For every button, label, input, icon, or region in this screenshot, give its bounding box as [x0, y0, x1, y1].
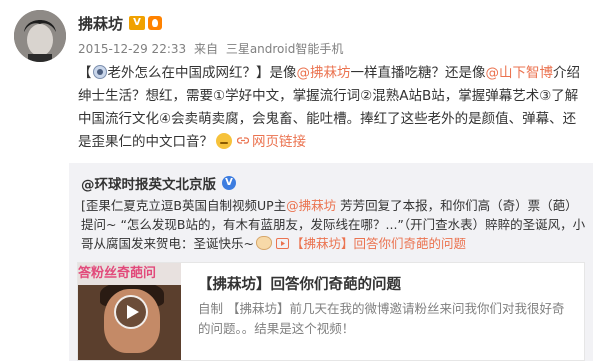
post-text-part2: 一样直播吃糖？还是像	[350, 65, 486, 81]
repost-mention-fulinfang[interactable]: @拂菻坊	[286, 198, 336, 213]
video-card[interactable]: 答粉丝奇葩问 【拂菻坊】回答你们奇葩的问题 自制 【拂菻坊】前几天在我的微博邀请…	[77, 262, 585, 361]
source-prefix: 来自	[193, 42, 218, 56]
video-link-label: 【拂菻坊】回答你们奇葩的问题	[290, 236, 466, 251]
repost-block: @环球时报英文北京版 V [歪果仁夏克立逗B英国自制视频UP主@拂菻坊 芳芳回复…	[69, 163, 593, 361]
thinking-emoji-icon	[216, 133, 232, 149]
mention-fulinfang[interactable]: @拂菻坊	[297, 65, 351, 81]
card-description: 自制 【拂菻坊】前几天在我的微博邀请粉丝来问我你们对我很好奇的问题。。结果是这个…	[198, 301, 565, 336]
post-meta: 2015-12-29 22:33 来自 三星android智能手机	[78, 40, 347, 57]
question-emoji-icon	[92, 65, 107, 79]
post-headline: 老外怎么在中国成网红？	[107, 65, 257, 81]
source-device[interactable]: 三星android智能手机	[226, 42, 344, 56]
video-thumbnail[interactable]: 答粉丝奇葩问	[78, 263, 181, 360]
vip-badge-icon[interactable]: V	[129, 16, 146, 30]
repost-author[interactable]: @环球时报英文北京版	[81, 173, 216, 193]
bracket-close: 】	[256, 65, 270, 81]
author-avatar[interactable]	[14, 10, 66, 62]
repost-text-part1: [歪果仁夏克立逗B英国自制视频UP主	[81, 198, 287, 213]
member-badge-icon[interactable]	[148, 16, 163, 30]
thumbnail-caption: 答粉丝奇葩问	[78, 263, 181, 285]
web-link[interactable]: 网页链接	[237, 134, 306, 150]
cat-emoji-icon	[255, 236, 272, 250]
repost-author-row: @环球时报英文北京版 V	[81, 173, 236, 193]
post-body: 【老外怎么在中国成网红？】是像@拂菻坊一样直播吃糖？还是像@山下智博介绍绅士生活…	[78, 62, 588, 154]
video-link[interactable]: 【拂菻坊】回答你们奇葩的问题	[274, 236, 466, 251]
play-icon[interactable]	[114, 295, 148, 329]
weibo-post: 拂菻坊 V 2015-12-29 22:33 来自 三星android智能手机 …	[0, 0, 593, 361]
video-icon	[275, 238, 289, 249]
bracket-open: 【	[78, 65, 92, 81]
avatar-portrait-icon	[14, 10, 66, 62]
post-timestamp[interactable]: 2015-12-29 22:33	[78, 42, 186, 56]
repost-body: [歪果仁夏克立逗B英国自制视频UP主@拂菻坊 芳芳回复了本报，和你们高（奇）票（…	[81, 196, 589, 253]
web-link-label: 网页链接	[252, 134, 306, 150]
verified-badge-icon[interactable]: V	[222, 176, 236, 190]
card-title[interactable]: 【拂菻坊】回答你们奇葩的问题	[198, 273, 401, 294]
mention-shanxia[interactable]: @山下智博	[486, 65, 554, 81]
author-row: 拂菻坊 V	[78, 12, 163, 34]
post-text-part1: 是像	[269, 65, 297, 81]
author-name[interactable]: 拂菻坊	[78, 13, 123, 34]
link-icon	[237, 137, 249, 144]
